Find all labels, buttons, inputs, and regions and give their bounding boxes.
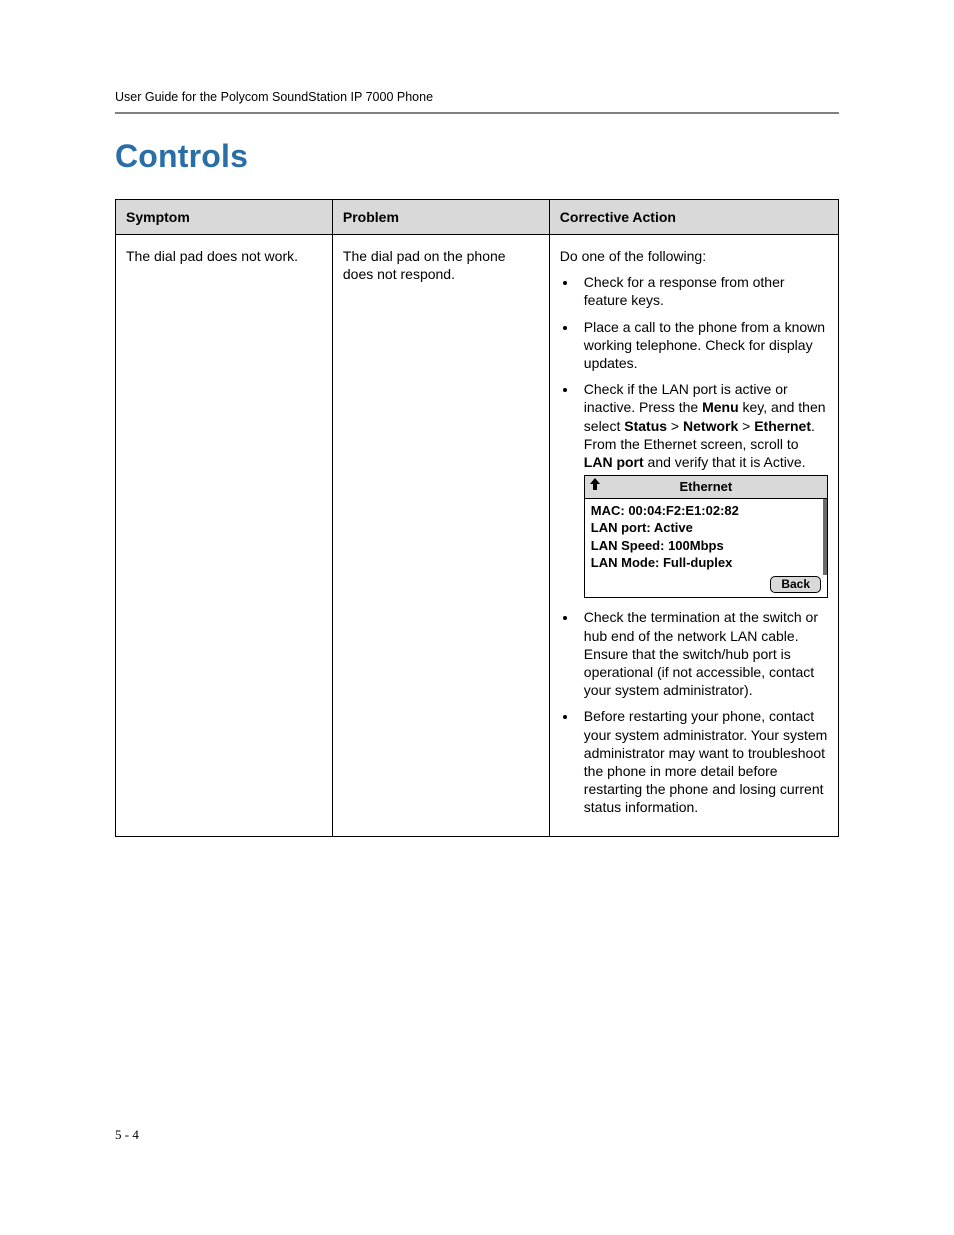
page-number: 5 - 4	[115, 1127, 139, 1143]
phone-screen: Ethernet MAC: 00:04:F2:E1:02:82 LAN port…	[584, 475, 828, 598]
phone-screen-body: MAC: 00:04:F2:E1:02:82 LAN port: Active …	[585, 499, 827, 575]
phone-screen-line: LAN Mode: Full-duplex	[591, 554, 819, 572]
phone-screen-line: LAN port: Active	[591, 519, 819, 537]
text: and verify that it is Active.	[644, 454, 806, 470]
list-item: Place a call to the phone from a known w…	[578, 318, 828, 373]
back-button[interactable]: Back	[770, 576, 821, 594]
list-item-lan: Check if the LAN port is active or inact…	[578, 380, 828, 598]
phone-screen-footer: Back	[585, 575, 827, 598]
th-action: Corrective Action	[549, 200, 838, 235]
phone-screen-scrollbar	[823, 499, 827, 575]
text: >	[667, 418, 683, 434]
action-intro: Do one of the following:	[560, 247, 828, 265]
th-problem: Problem	[332, 200, 549, 235]
cell-problem: The dial pad on the phone does not respo…	[332, 235, 549, 837]
phone-screen-line: MAC: 00:04:F2:E1:02:82	[591, 502, 819, 520]
list-item: Check the termination at the switch or h…	[578, 608, 828, 699]
bold-lanport: LAN port	[584, 454, 644, 470]
list-item: Check for a response from other feature …	[578, 273, 828, 309]
troubleshooting-table: Symptom Problem Corrective Action The di…	[115, 199, 839, 837]
text: >	[738, 418, 754, 434]
bold-status: Status	[624, 418, 667, 434]
bold-ethernet: Ethernet	[754, 418, 811, 434]
page-header: User Guide for the Polycom SoundStation …	[115, 90, 839, 104]
table-header-row: Symptom Problem Corrective Action	[116, 200, 839, 235]
phone-screen-title: Ethernet	[680, 479, 733, 494]
bold-network: Network	[683, 418, 738, 434]
phone-screen-title-bar: Ethernet	[585, 476, 827, 499]
action-list: Check for a response from other feature …	[560, 273, 828, 816]
table-row: The dial pad does not work. The dial pad…	[116, 235, 839, 837]
section-title: Controls	[115, 138, 839, 175]
cell-symptom: The dial pad does not work.	[116, 235, 333, 837]
header-divider	[115, 112, 839, 114]
phone-screen-line: LAN Speed: 100Mbps	[591, 537, 819, 555]
up-arrow-icon	[589, 477, 601, 496]
cell-action: Do one of the following: Check for a res…	[549, 235, 838, 837]
th-symptom: Symptom	[116, 200, 333, 235]
list-item: Before restarting your phone, contact yo…	[578, 707, 828, 816]
bold-menu: Menu	[702, 399, 739, 415]
